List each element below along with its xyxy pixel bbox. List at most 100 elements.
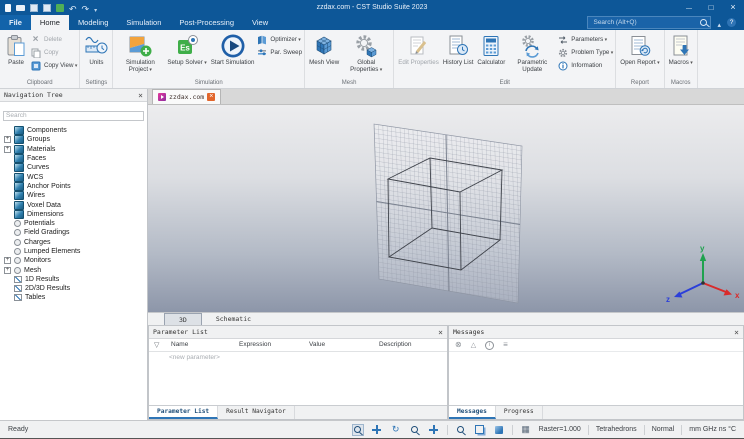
tree-item-monitors[interactable]: Monitors — [0, 256, 147, 265]
pan-tool-icon[interactable] — [428, 424, 440, 436]
status-units[interactable]: mm GHz ns °C — [689, 426, 736, 433]
filter-icon[interactable] — [154, 341, 159, 349]
tree-item-lumped-elements[interactable]: Lumped Elements — [0, 247, 147, 256]
parameter-list-close-icon[interactable] — [438, 328, 443, 337]
tab-view[interactable]: View — [243, 15, 277, 30]
column-expression[interactable]: Expression — [239, 341, 271, 348]
1d-results-icon — [14, 275, 22, 283]
zoom-select-tool-icon[interactable] — [351, 423, 364, 436]
tree-item-materials[interactable]: Materials — [0, 144, 147, 154]
close-button[interactable] — [722, 0, 744, 15]
information-button[interactable]: Information — [557, 60, 613, 71]
calculator-button[interactable]: Calculator — [475, 31, 507, 79]
ribbon-search[interactable] — [587, 16, 712, 29]
tree-item-wcs[interactable]: WCS — [0, 172, 147, 182]
navigation-search-input[interactable] — [3, 110, 144, 121]
expand-icon[interactable] — [4, 257, 11, 265]
start-simulation-button[interactable]: Start Simulation — [209, 31, 257, 79]
mesh-view-button[interactable]: Mesh View — [307, 31, 341, 79]
document-tab-close-icon[interactable] — [207, 93, 216, 101]
raster-icon[interactable] — [520, 424, 532, 436]
new-parameter-row[interactable]: <new parameter> — [149, 352, 447, 363]
message-list-icon[interactable] — [503, 341, 508, 349]
par-sweep-button[interactable]: Par. Sweep — [256, 47, 302, 58]
messages-close-icon[interactable] — [734, 328, 739, 337]
rotate-tool-icon[interactable] — [390, 424, 402, 436]
tree-item-1d-results[interactable]: 1D Results — [0, 275, 147, 284]
view-cube-icon[interactable] — [493, 424, 505, 436]
tab-parameter-list[interactable]: Parameter List — [149, 406, 219, 419]
tab-post-processing[interactable]: Post-Processing — [170, 15, 243, 30]
save-icon[interactable] — [30, 3, 38, 12]
split-view-icon[interactable] — [474, 424, 486, 436]
open-project-icon[interactable] — [16, 4, 25, 11]
info-filter-icon[interactable] — [485, 340, 495, 350]
navigation-tree-close-icon[interactable] — [138, 91, 143, 100]
move-tool-icon[interactable] — [371, 424, 383, 436]
tree-item-components[interactable]: Components — [0, 126, 147, 136]
paste-button[interactable]: Paste — [2, 31, 30, 79]
help-icon[interactable] — [727, 18, 736, 27]
column-description[interactable]: Description — [379, 341, 412, 348]
open-report-button[interactable]: Open Report — [618, 31, 661, 79]
tree-item-anchor-points[interactable]: Anchor Points — [0, 181, 147, 191]
column-value[interactable]: Value — [309, 341, 325, 348]
tree-item-mesh[interactable]: Mesh — [0, 265, 147, 274]
tree-item-field-gradings[interactable]: Field Gradings — [0, 228, 147, 237]
tab-progress[interactable]: Progress — [496, 406, 543, 419]
tree-item-voxel-data[interactable]: Voxel Data — [0, 200, 147, 210]
viewport-3d[interactable]: y x z — [148, 105, 744, 312]
global-properties-button[interactable]: Global Properties — [341, 31, 391, 79]
parametric-update-button[interactable]: Parametric Update — [507, 31, 557, 79]
problem-type-button[interactable]: Problem Type — [557, 47, 613, 58]
errors-filter-icon[interactable] — [455, 341, 462, 349]
tree-item-2d-3d-results[interactable]: 2D/3D Results — [0, 284, 147, 293]
column-name[interactable]: Name — [171, 341, 188, 348]
edit-properties-button[interactable]: Edit Properties — [396, 31, 441, 79]
history-list-label: History List — [442, 59, 474, 66]
expand-icon[interactable] — [4, 136, 11, 144]
search-input[interactable] — [591, 18, 698, 27]
new-project-icon[interactable] — [5, 3, 11, 12]
expand-icon[interactable] — [4, 266, 11, 274]
tree-item-dimensions[interactable]: Dimensions — [0, 209, 147, 219]
save-as-icon[interactable] — [43, 3, 51, 12]
simulation-project-button[interactable]: Simulation Project — [115, 31, 165, 79]
copy-view-button[interactable]: Copy View — [30, 60, 77, 71]
ribbon-group-mesh: Mesh View Global Properties Mesh — [305, 30, 395, 88]
expand-icon[interactable] — [4, 145, 11, 153]
tab-simulation[interactable]: Simulation — [117, 15, 170, 30]
delete-button[interactable]: Delete — [30, 34, 77, 45]
warnings-filter-icon[interactable] — [471, 341, 476, 350]
tree-item-tables[interactable]: Tables — [0, 293, 147, 302]
parameters-button[interactable]: Parameters — [557, 34, 613, 45]
minimize-button[interactable] — [678, 0, 700, 15]
tab-home[interactable]: Home — [30, 15, 69, 30]
copy-button[interactable]: Copy — [30, 47, 77, 58]
macros-button[interactable]: Macros — [667, 31, 695, 79]
collapse-ribbon-icon[interactable] — [717, 14, 721, 32]
optimizer-button[interactable]: Optimizer — [256, 34, 302, 45]
tree-item-groups[interactable]: Groups — [0, 135, 147, 145]
zoom-tool-icon[interactable] — [409, 424, 421, 436]
tree-item-curves[interactable]: Curves — [0, 163, 147, 173]
tree-item-faces[interactable]: Faces — [0, 154, 147, 164]
axes-widget: y x z — [666, 244, 740, 304]
tab-file[interactable]: File — [0, 15, 31, 30]
tab-messages[interactable]: Messages — [449, 406, 496, 419]
zoom-fit-icon[interactable] — [455, 424, 467, 436]
setup-solver-button[interactable]: Es Setup Solver — [165, 31, 208, 79]
paste-icon — [4, 33, 28, 59]
tab-modeling[interactable]: Modeling — [69, 15, 117, 30]
document-tab[interactable]: zzdax.com — [152, 89, 222, 104]
status-raster[interactable]: Raster=1.000 — [539, 426, 581, 433]
history-list-button[interactable]: History List — [441, 31, 476, 79]
status-mode[interactable]: Normal — [652, 426, 675, 433]
status-mesh-type[interactable]: Tetrahedrons — [596, 426, 637, 433]
tree-item-charges[interactable]: Charges — [0, 238, 147, 247]
tree-item-potentials[interactable]: Potentials — [0, 219, 147, 228]
units-button[interactable]: Units — [82, 31, 110, 79]
tree-item-wires[interactable]: Wires — [0, 191, 147, 201]
import-icon[interactable] — [56, 3, 64, 12]
tab-result-navigator[interactable]: Result Navigator — [218, 406, 295, 419]
